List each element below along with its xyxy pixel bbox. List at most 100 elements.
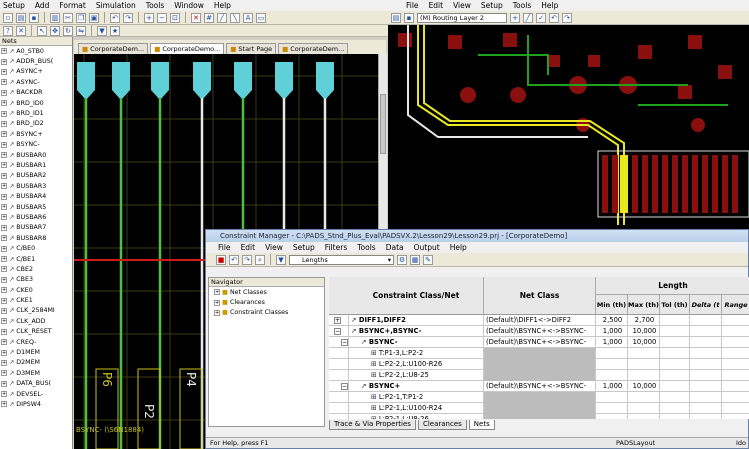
new-icon[interactable]: ▫ <box>3 12 13 23</box>
net-list-item[interactable]: + ↗ BUSBAR0 <box>0 150 72 160</box>
cm-menu-output[interactable]: Output <box>414 243 440 252</box>
cm-redo-icon[interactable]: ↷ <box>242 254 252 265</box>
cm-edit-icon[interactable]: ✎ <box>423 254 433 265</box>
expand-icon[interactable]: + <box>1 380 7 387</box>
cell-net-class[interactable] <box>484 392 596 403</box>
net-list-item[interactable]: + ↗ BUSBAR7 <box>0 223 72 233</box>
nav-item-clearances[interactable]: + ■ Clearances <box>209 297 324 307</box>
net-list-item[interactable]: + ↗ DIPSW4 <box>0 399 72 409</box>
layout-menu-edit[interactable]: Edit <box>429 1 444 10</box>
cm-export-icon[interactable]: ■ <box>216 254 226 265</box>
pin-icon[interactable]: ✕ <box>16 25 26 36</box>
cell-name[interactable]: ↗ BSYNC+ <box>349 381 484 392</box>
expand-icon[interactable]: + <box>1 214 7 221</box>
expand-icon[interactable]: + <box>1 235 7 242</box>
cm-menu-help[interactable]: Help <box>450 243 467 252</box>
net-list-item[interactable]: + ↗ A0_STB0 <box>0 46 72 56</box>
cell-min[interactable] <box>596 403 628 414</box>
expand-icon[interactable]: + <box>1 370 7 377</box>
expand-icon[interactable]: + <box>1 307 7 314</box>
net-list-item[interactable]: + ↗ CLK_RESET <box>0 327 72 337</box>
cell-max[interactable]: 10,000 <box>628 326 660 337</box>
expand-icon[interactable]: + <box>1 287 7 294</box>
help-icon[interactable]: ? <box>3 25 13 36</box>
cm-menu-view[interactable]: View <box>265 243 283 252</box>
pcb-canvas[interactable] <box>388 25 749 229</box>
net-list-item[interactable]: + ↗ BRD_ID1 <box>0 108 72 118</box>
cell-max[interactable] <box>628 348 660 359</box>
table-row[interactable]: + ↗ DIFF1,DIFF2 (Default)\DIFF1<->DIFF2 2,5… <box>329 315 749 326</box>
cell-max[interactable] <box>628 370 660 381</box>
expand-icon[interactable]: + <box>1 318 7 325</box>
header-range[interactable]: Range <box>722 295 749 315</box>
filter-icon[interactable]: ▼ <box>97 25 107 36</box>
open-icon[interactable]: ▤ <box>16 12 26 23</box>
net-list-item[interactable]: + ↗ BUSBAR8 <box>0 233 72 243</box>
net-list-item[interactable]: + ↗ CKE1 <box>0 295 72 305</box>
menu-setup[interactable]: Setup <box>3 1 25 10</box>
highlight-icon[interactable]: ★ <box>110 25 120 36</box>
table-row[interactable]: ⊞ L:P2-1,T:P1-2 <box>329 392 749 403</box>
menu-format[interactable]: Format <box>59 1 85 10</box>
cell-min[interactable]: 2,500 <box>596 315 628 326</box>
cell-name[interactable]: ⊞ L:P2-2,L:U100-R26 <box>349 359 484 370</box>
layer-select[interactable]: (M) Routing Layer 2 <box>417 12 507 23</box>
header-length[interactable]: Length <box>596 277 749 295</box>
doc-tab-start-page[interactable]: ■ Start Page <box>226 43 277 54</box>
text-icon[interactable]: A <box>243 12 253 23</box>
net-list-item[interactable]: + ↗ ASYNC+ <box>0 67 72 77</box>
expand-icon[interactable]: + <box>1 68 7 75</box>
net-list-item[interactable]: + ↗ ASYNC- <box>0 77 72 87</box>
cm-menu-setup[interactable]: Setup <box>293 243 315 252</box>
doc-tab-1[interactable]: ■ CorporateDem... <box>78 43 149 54</box>
menu-simulation[interactable]: Simulation <box>96 1 136 10</box>
table-row[interactable]: ⊞ T:P1-3,L:P2-2 <box>329 348 749 359</box>
expand-icon[interactable]: + <box>1 110 7 117</box>
save-icon[interactable]: ▪ <box>29 12 39 23</box>
expand-icon[interactable]: − <box>341 339 348 346</box>
cell-net-class[interactable]: (Default)\BSYNC+<->BSYNC- <box>484 337 596 348</box>
cm-menu-edit[interactable]: Edit <box>241 243 256 252</box>
cell-min[interactable] <box>596 359 628 370</box>
cell-name[interactable]: ⊞ T:P1-3,L:P2-2 <box>349 348 484 359</box>
delete-icon[interactable]: ✕ <box>191 12 201 23</box>
doc-tab-4[interactable]: ■ CorporateDem... <box>278 43 349 54</box>
cm-find-icon[interactable]: ⌕ <box>255 254 265 265</box>
layout-undo-icon[interactable]: ↶ <box>549 12 559 23</box>
tab-trace-via-properties[interactable]: Trace & Via Properties <box>329 419 416 430</box>
expand-icon[interactable]: + <box>1 131 7 138</box>
layout-menu-help[interactable]: Help <box>541 1 558 10</box>
doc-tab-2[interactable]: ■ CorporateDemo... <box>150 43 225 54</box>
menu-tools[interactable]: Tools <box>146 1 164 10</box>
bus-icon[interactable]: ╲ <box>230 12 240 23</box>
expand-icon[interactable]: + <box>1 120 7 127</box>
cell-net-class[interactable] <box>484 359 596 370</box>
zoom-fit-icon[interactable]: ⊡ <box>170 12 180 23</box>
table-row[interactable]: − ↗ BSYNC+ (Default)\BSYNC+<->BSYNC- 1,000 1… <box>329 381 749 392</box>
layout-save-icon[interactable]: ▪ <box>404 12 414 23</box>
expand-icon[interactable]: + <box>1 204 7 211</box>
redo-icon[interactable]: ↷ <box>123 12 133 23</box>
rotate-icon[interactable]: ↻ <box>63 25 73 36</box>
header-min[interactable]: Min (th) <box>596 295 628 315</box>
cm-menu-file[interactable]: File <box>218 243 231 252</box>
net-list-item[interactable]: + ↗ BRD_ID2 <box>0 119 72 129</box>
undo-icon[interactable]: ↶ <box>110 12 120 23</box>
tab-clearances[interactable]: Clearances <box>417 419 467 430</box>
cell-min[interactable]: 1,000 <box>596 337 628 348</box>
expand-icon[interactable]: + <box>1 183 7 190</box>
expand-icon[interactable]: + <box>1 359 7 366</box>
cell-name[interactable]: ↗ BSYNC+,BSYNC- <box>349 326 484 337</box>
expand-icon[interactable]: + <box>1 48 7 55</box>
net-list-item[interactable]: + ↗ CREQ- <box>0 337 72 347</box>
layout-menu-file[interactable]: File <box>406 1 419 10</box>
layout-menu-view[interactable]: View <box>453 1 471 10</box>
layout-menu-setup[interactable]: Setup <box>481 1 503 10</box>
expand-icon[interactable]: + <box>1 349 7 356</box>
nav-item-constraint-classes[interactable]: + ■ Constraint Classes <box>209 308 324 318</box>
expand-icon[interactable]: − <box>341 383 348 390</box>
wire-icon[interactable]: ╱ <box>217 12 227 23</box>
layout-zoom-icon[interactable]: + <box>510 12 520 23</box>
table-row[interactable]: ⊞ L:P2-2,L:U100-R26 <box>329 359 749 370</box>
cell-net-class[interactable] <box>484 348 596 359</box>
